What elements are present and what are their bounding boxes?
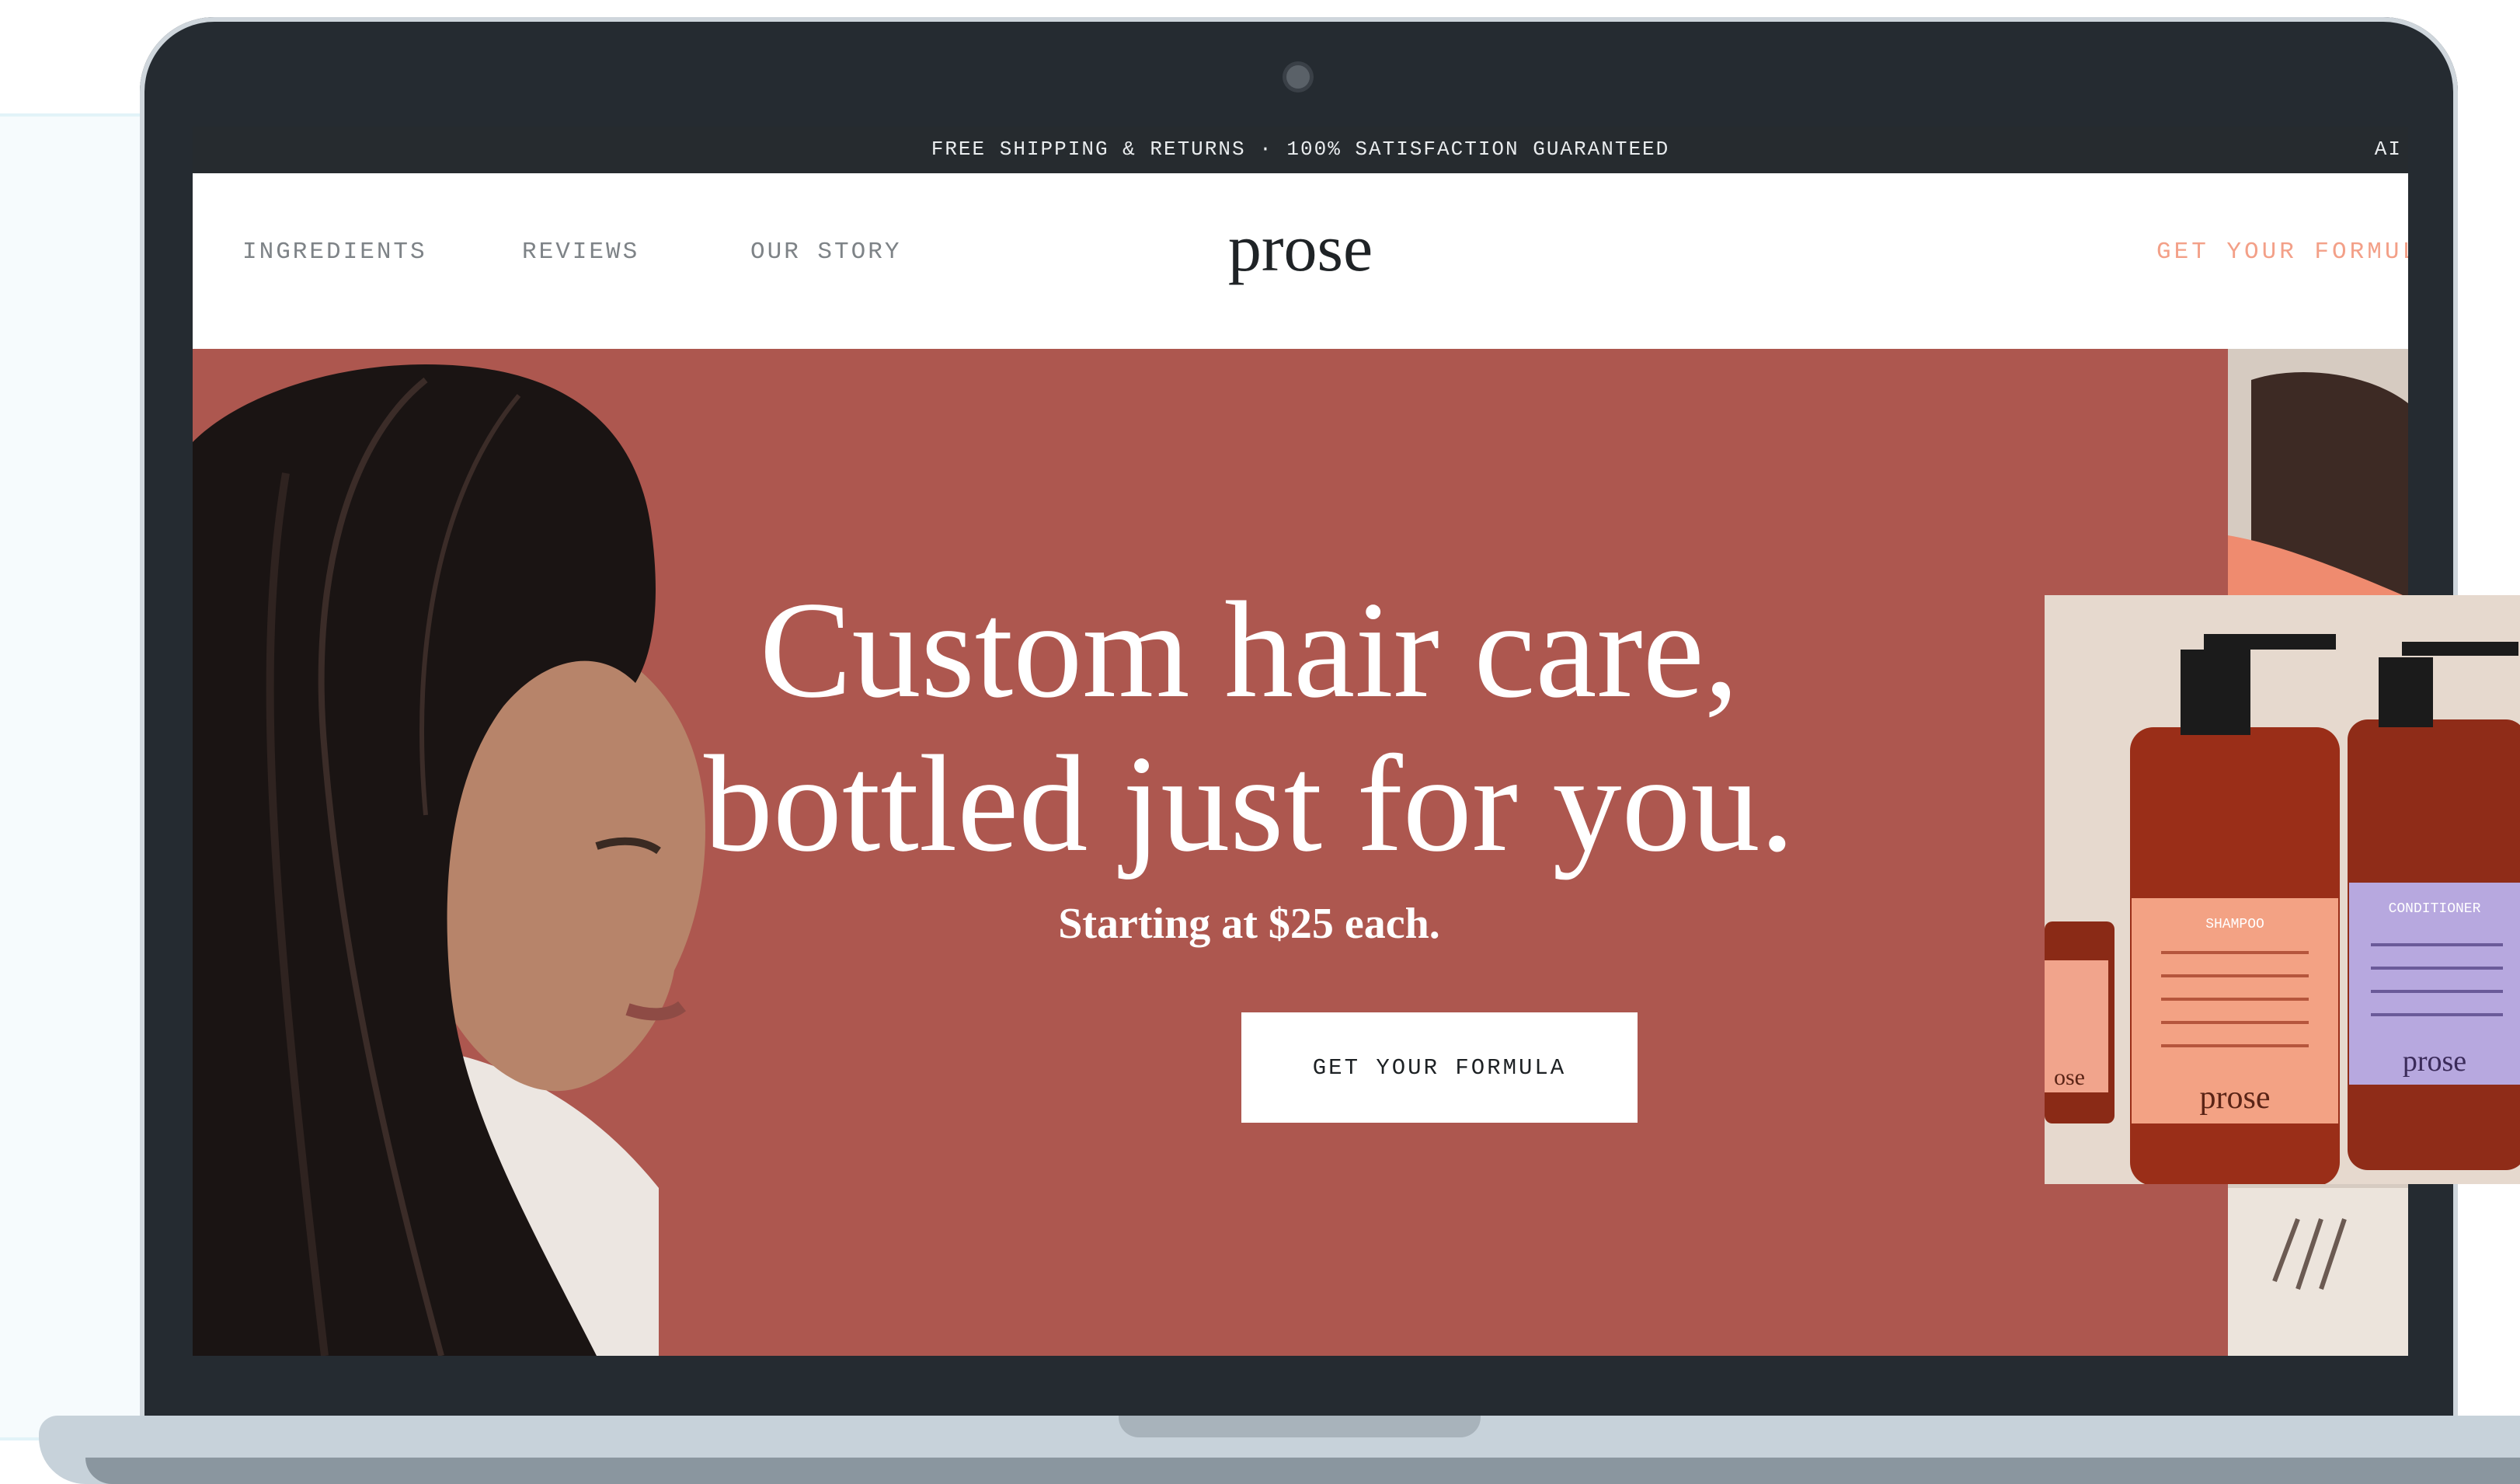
conditioner-label-text: CONDITIONER [2389, 901, 2481, 917]
laptop-base-edge [85, 1458, 2520, 1484]
shampoo-label-text: SHAMPOO [2205, 917, 2264, 932]
laptop-notch [1119, 1416, 1481, 1437]
hero-headline-line-1: Custom hair care, [759, 573, 1739, 726]
bottles-image: ose prose CONDITIONER prose SHAMPOO [2045, 595, 2520, 1184]
get-formula-button[interactable]: GET YOUR FORMULA [1241, 1012, 1638, 1123]
announcement-bar: FREE SHIPPING & RETURNS · 100% SATISFACT… [193, 127, 2408, 173]
hero-headline: Custom hair care, bottled just for you. [659, 573, 1840, 880]
hero-price-subline: Starting at $25 each. [1058, 900, 1440, 948]
top-navigation: INGREDIENTS REVIEWS OUR STORY prose GET … [193, 173, 2408, 349]
hero-section: Custom hair care, bottled just for you. … [193, 349, 2228, 1356]
conditioner-brand-text: prose [2403, 1045, 2466, 1078]
product-bottles-card: ose prose CONDITIONER prose SHAMPOO [2045, 595, 2520, 1184]
nav-get-formula-link[interactable]: GET YOUR FORMULA [2156, 239, 2408, 266]
announcement-fragment: AI [2374, 138, 2402, 161]
camera-icon [1286, 65, 1310, 89]
shampoo-brand-text: prose [2200, 1080, 2271, 1116]
announcement-text: FREE SHIPPING & RETURNS · 100% SATISFACT… [931, 138, 1670, 161]
prose-logo[interactable]: prose [193, 209, 2408, 287]
svg-text:ose: ose [2054, 1064, 2085, 1090]
hero-headline-line-2: bottled just for you. [703, 726, 1795, 880]
